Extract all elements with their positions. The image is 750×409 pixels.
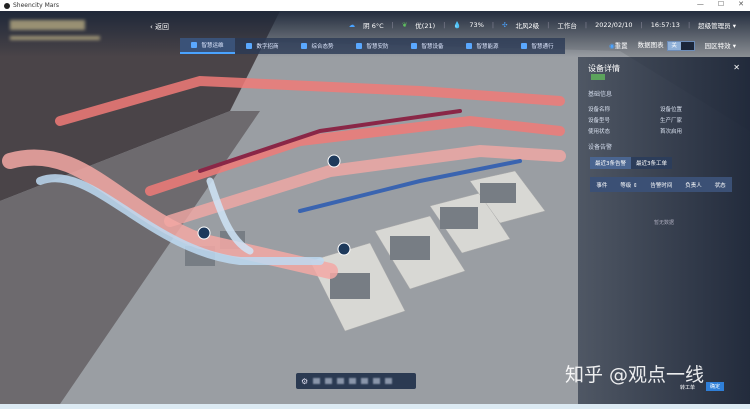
device-icon xyxy=(411,43,418,49)
drop-icon xyxy=(466,43,473,49)
main-nav: 智慧运维 数字招商 综合态势 智慧安防 智慧设备 智慧能源 智慧通行 xyxy=(180,38,565,54)
status-badge xyxy=(591,74,605,80)
project-subtitle xyxy=(10,36,100,40)
col-status: 状态 xyxy=(714,182,726,189)
alarm-table-header: 事件 等级 ⇕ 告警时间 负责人 状态 xyxy=(590,177,732,192)
toolbar-item[interactable] xyxy=(373,378,381,384)
reset-label: 重置 xyxy=(614,42,628,50)
nav-item-ops[interactable]: 智慧运维 xyxy=(180,38,235,54)
field-status: 使用状态 xyxy=(588,129,611,135)
col-event: 事件 xyxy=(596,182,608,189)
workbench-link[interactable]: 工作台 xyxy=(557,20,577,30)
nav-label: 智慧安防 xyxy=(366,44,389,50)
wind: 北风2级 xyxy=(515,22,540,30)
home-icon xyxy=(191,42,198,48)
nav-item-devices[interactable]: 智慧设备 xyxy=(400,38,455,54)
nav-item-energy[interactable]: 智慧能源 xyxy=(455,38,510,54)
window-titlebar: Sheencity Mars — ☐ ✕ xyxy=(0,0,750,11)
nav-label: 综合态势 xyxy=(311,44,334,50)
gear-icon[interactable]: ⚙ xyxy=(301,377,308,386)
basic-info-heading: 基础信息 xyxy=(588,91,613,98)
data-chart-toggle[interactable]: 数据图表关 xyxy=(638,39,695,51)
toolbar-item[interactable] xyxy=(385,378,393,384)
watermark: 知乎 @观点一线 xyxy=(565,364,705,386)
panel-close-button[interactable]: ✕ xyxy=(733,63,740,72)
status-bar: ☁ 阴 6°C | ❦ 优(21) | 💧 73% | ✣ 北风2级 | 工作台 | 2022/0… xyxy=(348,20,736,30)
weather-text: 阴 6°C xyxy=(363,22,384,30)
toggle-track xyxy=(680,42,694,50)
alarm-heading: 设备告警 xyxy=(588,144,613,151)
nav-label: 数字招商 xyxy=(256,44,279,50)
col-owner: 负责人 xyxy=(685,182,702,189)
nav-label: 智慧能源 xyxy=(476,44,499,50)
project-logo xyxy=(10,20,85,30)
nav-item-investment[interactable]: 数字招商 xyxy=(235,38,290,54)
device-detail-panel: 设备详情 ✕ 基础信息 设备名称 设备位置 设备型号 生产厂家 使用状态 首次启… xyxy=(578,57,750,404)
toolbar-item[interactable] xyxy=(313,378,321,384)
nav-item-access[interactable]: 智慧通行 xyxy=(510,38,565,54)
reset-button[interactable]: ◉重置 xyxy=(609,40,628,50)
toolbar-item[interactable] xyxy=(337,378,345,384)
alarm-tabs: 最近3条告警 最近3条工单 xyxy=(590,157,672,169)
humidity: 73% xyxy=(469,21,484,29)
person-icon xyxy=(521,43,528,49)
toolbar-item[interactable] xyxy=(349,378,357,384)
leaf-icon: ❦ xyxy=(401,21,408,29)
empty-state: 暂无数据 xyxy=(653,220,674,226)
toggle-knob: 关 xyxy=(667,42,681,50)
globe-icon xyxy=(301,43,308,49)
field-model: 设备型号 xyxy=(588,118,611,124)
app-logo-icon xyxy=(4,2,10,9)
tab-recent-alarms[interactable]: 最近3条告警 xyxy=(590,157,631,169)
back-label: 返回 xyxy=(155,23,170,31)
date: 2022/02/10 xyxy=(595,21,633,29)
data-chart-label: 数据图表 xyxy=(637,41,664,49)
calendar-icon xyxy=(246,43,253,49)
nav-label: 智慧通行 xyxy=(531,44,554,50)
shield-icon xyxy=(356,43,363,49)
taskbar-strip xyxy=(0,404,750,409)
nav-item-overview[interactable]: 综合态势 xyxy=(290,38,345,54)
nav-label: 智慧运维 xyxy=(201,43,224,49)
effects-dropdown[interactable]: 园区特效 ▾ xyxy=(705,40,736,50)
field-manufacturer: 生产厂家 xyxy=(660,118,683,124)
back-button[interactable]: ‹ 返回 xyxy=(150,22,169,32)
time: 16:57:13 xyxy=(650,21,680,29)
window-title: Sheencity Mars xyxy=(13,2,60,9)
wind-icon: ✣ xyxy=(502,21,508,29)
toolbar-item[interactable] xyxy=(325,378,333,384)
field-location: 设备位置 xyxy=(660,107,683,113)
confirm-button[interactable]: 确定 xyxy=(706,382,725,391)
field-first-use: 首次启用 xyxy=(660,129,683,135)
view-controls: ◉重置 数据图表关 园区特效 ▾ xyxy=(609,39,736,51)
tab-recent-workorders[interactable]: 最近3条工单 xyxy=(631,157,672,169)
toolbar-item[interactable] xyxy=(361,378,369,384)
humidity-icon: 💧 xyxy=(453,21,462,29)
maximize-button[interactable]: ☐ xyxy=(718,0,724,8)
weather-icon: ☁ xyxy=(348,21,356,29)
col-time: 告警时间 xyxy=(650,182,673,189)
close-window-button[interactable]: ✕ xyxy=(738,0,744,8)
col-level[interactable]: 等级 ⇕ xyxy=(620,181,637,189)
nav-item-security[interactable]: 智慧安防 xyxy=(345,38,400,54)
nav-label: 智慧设备 xyxy=(421,44,444,50)
field-name: 设备名称 xyxy=(588,107,611,113)
air-quality: 优(21) xyxy=(415,22,436,30)
panel-title: 设备详情 xyxy=(588,64,620,73)
bottom-toolbar: ⚙ xyxy=(296,373,416,389)
minimize-button[interactable]: — xyxy=(697,0,704,8)
user-menu[interactable]: 超级管理员 ▾ xyxy=(698,20,736,30)
